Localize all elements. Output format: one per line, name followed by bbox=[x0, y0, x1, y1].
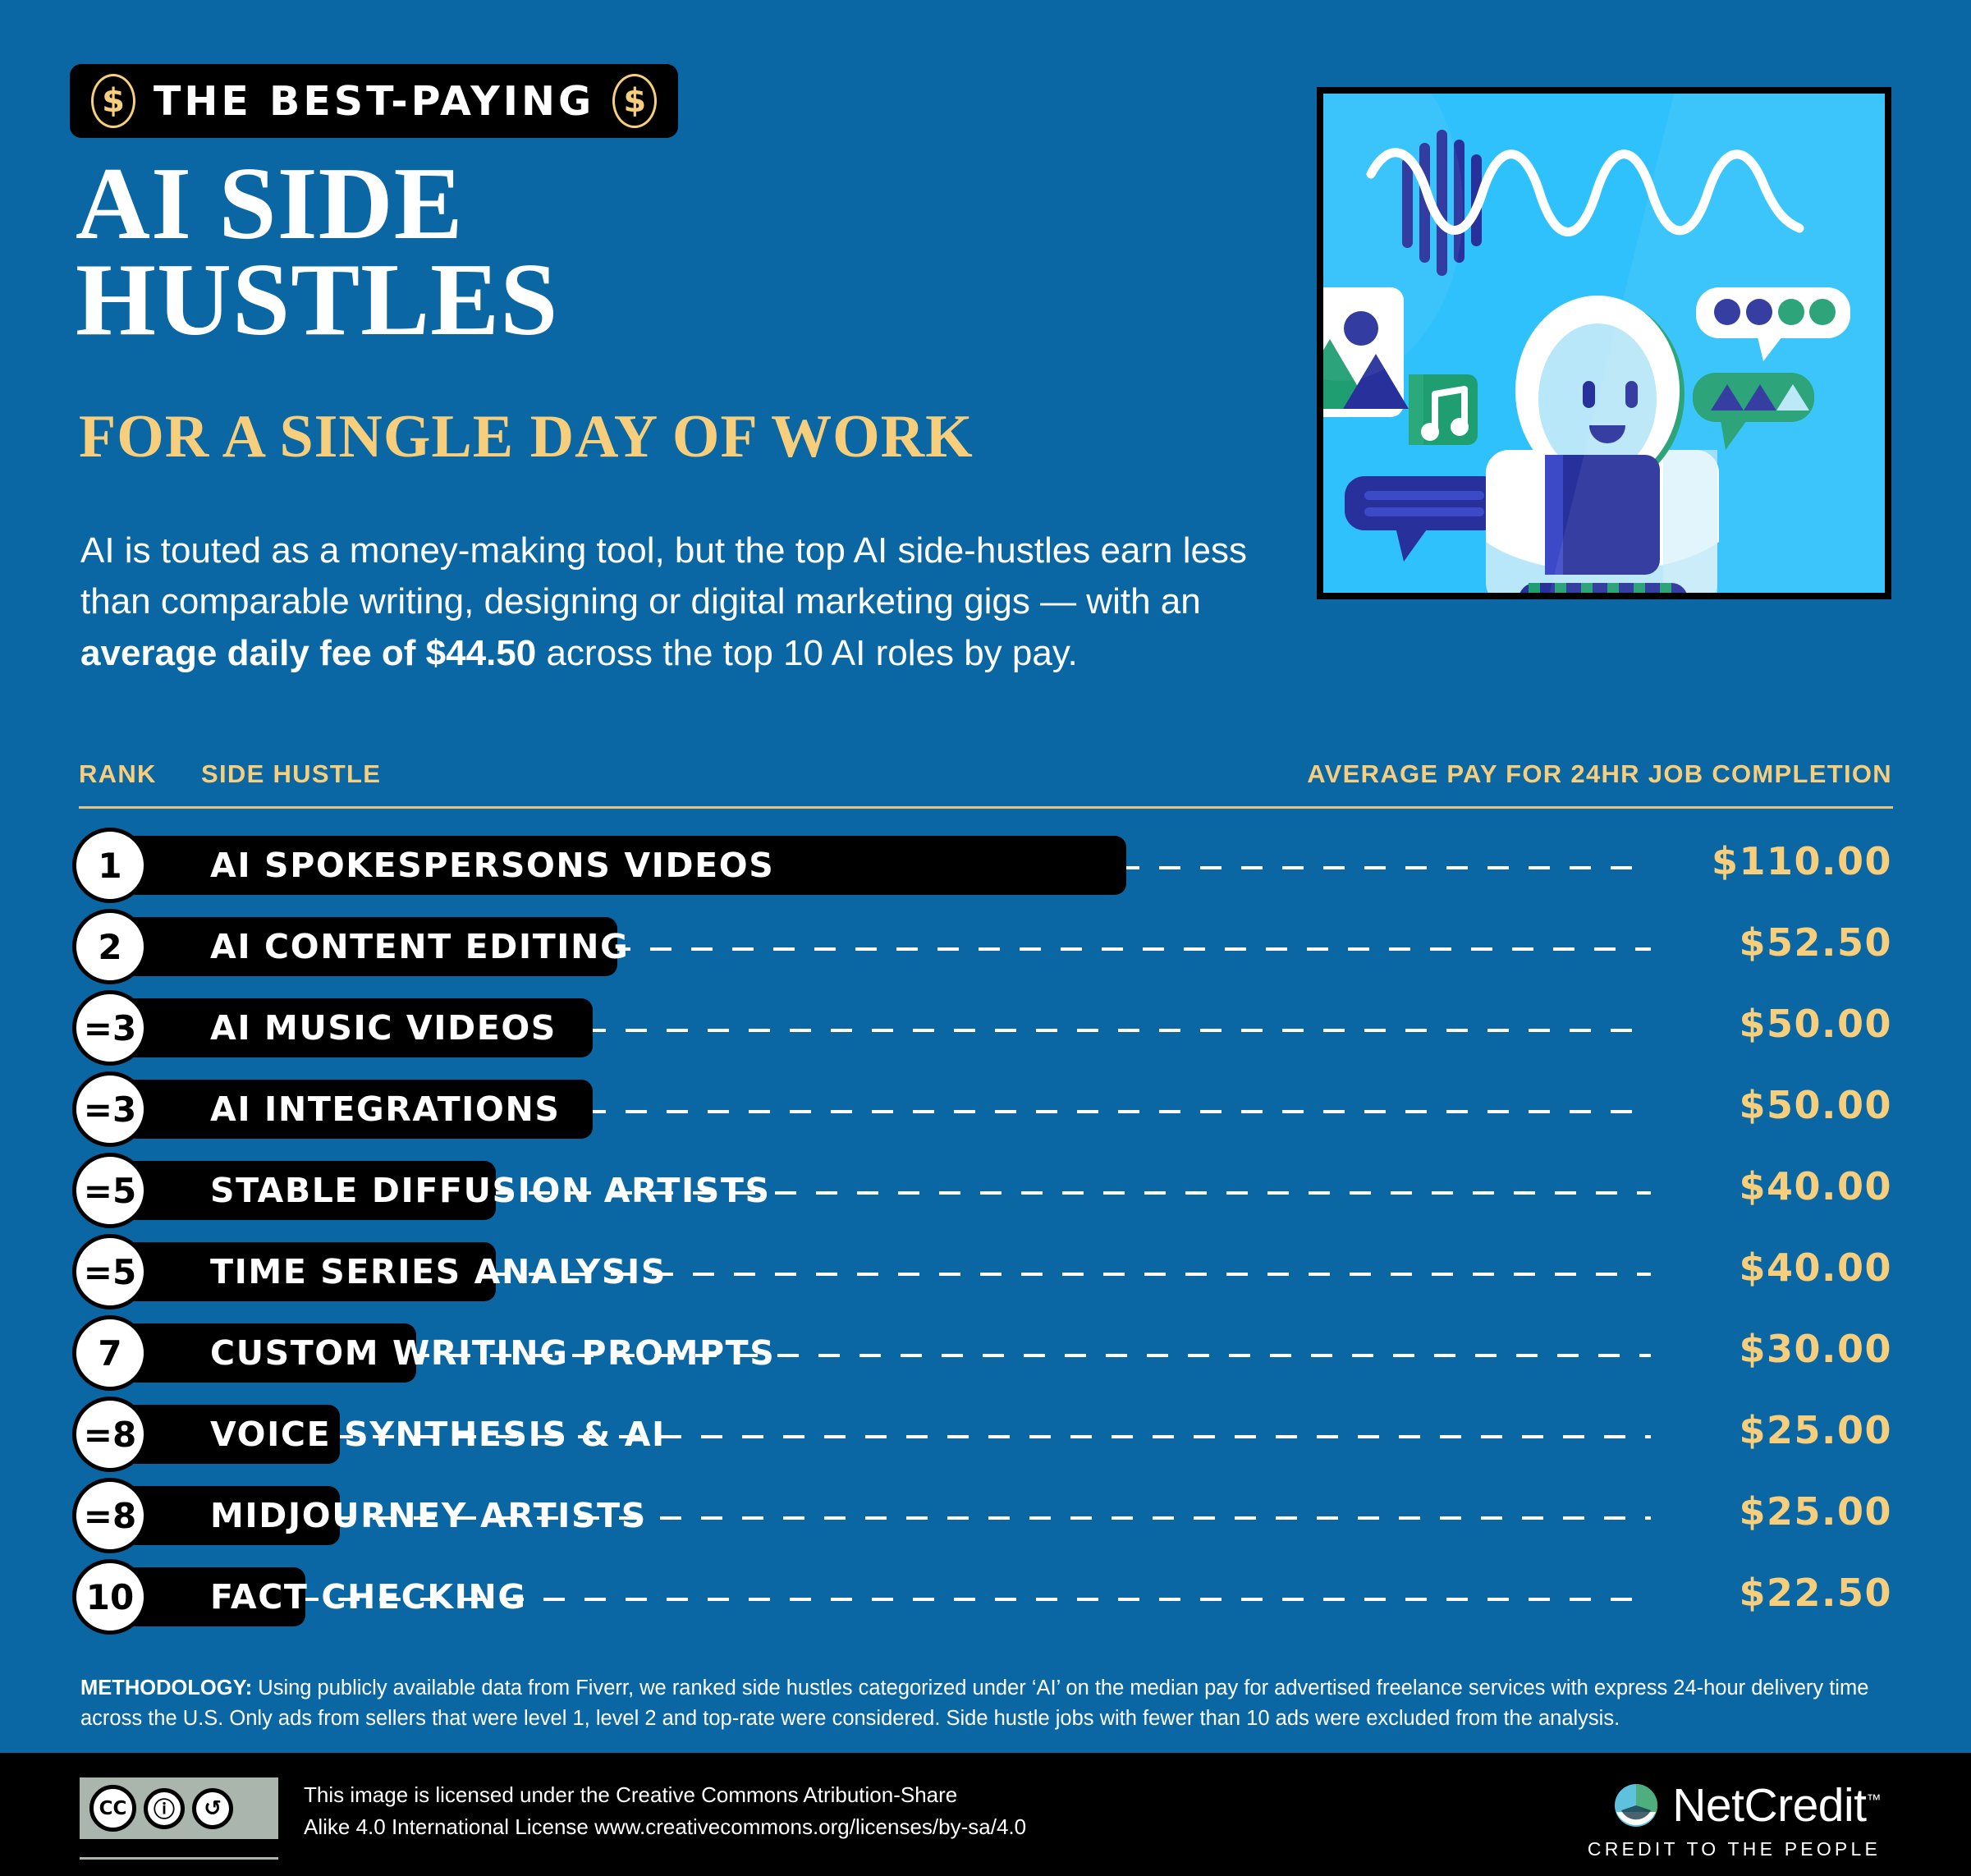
rank-badge: =5 bbox=[72, 1153, 148, 1228]
rank-bar: VOICE SYNTHESIS & AI bbox=[125, 1405, 664, 1464]
pay-value: $40.00 bbox=[1739, 1245, 1892, 1290]
page-subtitle: FOR A SINGLE DAY OF WORK bbox=[79, 403, 974, 470]
table-row: VOICE SYNTHESIS & AI =8 $25.00 bbox=[0, 1397, 1971, 1479]
header: $ THE BEST-PAYING $ AI SIDE HUSTLES FOR … bbox=[0, 0, 1971, 739]
rank-badge: 7 bbox=[72, 1315, 148, 1391]
rank-bar: STABLE DIFFUSION ARTISTS bbox=[125, 1161, 769, 1220]
netcredit-mark-icon bbox=[1615, 1783, 1658, 1827]
pay-value: $22.50 bbox=[1739, 1571, 1892, 1615]
side-hustle-label: MIDJOURNEY ARTISTS bbox=[210, 1496, 647, 1535]
person-icon: ⓘ bbox=[144, 1787, 185, 1829]
license-line-2: Alike 4.0 International License www.crea… bbox=[304, 1814, 1027, 1839]
intro-text-part2: across the top 10 AI roles by pay. bbox=[536, 632, 1078, 673]
table-row: AI SPOKESPERSONS VIDEOS 1 $110.00 bbox=[0, 828, 1971, 910]
netcredit-wordmark: NetCredit™ bbox=[1672, 1782, 1881, 1829]
leader-dashes bbox=[584, 1029, 1651, 1032]
methodology-label: METHODOLOGY: bbox=[80, 1676, 253, 1699]
table-row: AI INTEGRATIONS =3 $50.00 bbox=[0, 1071, 1971, 1154]
page-title-line2: HUSTLES bbox=[76, 243, 559, 358]
pay-value: $50.00 bbox=[1739, 1083, 1892, 1127]
side-hustle-label: VOICE SYNTHESIS & AI bbox=[210, 1415, 666, 1454]
rank-badge: =8 bbox=[72, 1397, 148, 1472]
column-header-hustle: SIDE HUSTLE bbox=[201, 759, 382, 788]
pay-value: $40.00 bbox=[1739, 1164, 1892, 1209]
pay-value: $52.50 bbox=[1739, 920, 1892, 965]
side-hustle-label: AI SPOKESPERSONS VIDEOS bbox=[210, 846, 775, 885]
cc-mark-icon: CC bbox=[89, 1785, 136, 1832]
table-row: MIDJOURNEY ARTISTS =8 $25.00 bbox=[0, 1478, 1971, 1561]
rank-bar: AI SPOKESPERSONS VIDEOS bbox=[125, 836, 1126, 895]
page-title: AI SIDE HUSTLES bbox=[76, 147, 559, 358]
pay-value: $25.00 bbox=[1739, 1489, 1892, 1534]
methodology-text: Using publicly available data from Fiver… bbox=[80, 1676, 1869, 1730]
rank-bar: CUSTOM WRITING PROMPTS bbox=[125, 1323, 774, 1383]
rank-badge: 10 bbox=[72, 1559, 148, 1635]
rank-bar: MIDJOURNEY ARTISTS bbox=[125, 1486, 645, 1545]
license-line-1: This image is licensed under the Creativ… bbox=[304, 1782, 958, 1807]
pay-value: $110.00 bbox=[1711, 839, 1892, 883]
footer: CC ⓘ ↺ BY SA This image is licensed unde… bbox=[0, 1753, 1971, 1876]
rank-bar: TIME SERIES ANALYSIS bbox=[125, 1242, 665, 1301]
rank-badge: =5 bbox=[72, 1234, 148, 1310]
table-row: CUSTOM WRITING PROMPTS 7 $30.00 bbox=[0, 1315, 1971, 1398]
side-hustle-label: CUSTOM WRITING PROMPTS bbox=[210, 1333, 776, 1373]
header-divider bbox=[79, 806, 1893, 809]
leader-dashes bbox=[1118, 866, 1651, 869]
rank-bar: AI CONTENT EDITING bbox=[125, 917, 628, 976]
rank-bar: FACT CHECKING bbox=[125, 1567, 525, 1626]
rank-badge: =8 bbox=[72, 1478, 148, 1553]
table-row: STABLE DIFFUSION ARTISTS =5 $40.00 bbox=[0, 1153, 1971, 1236]
eyebrow-pill: $ THE BEST-PAYING $ bbox=[70, 64, 679, 138]
rank-badge: =3 bbox=[72, 990, 148, 1066]
netcredit-tagline: CREDIT TO THE PEOPLE bbox=[1587, 1838, 1881, 1860]
music-note-icon bbox=[1409, 374, 1478, 445]
leader-dashes bbox=[584, 1110, 1651, 1113]
side-hustle-label: TIME SERIES ANALYSIS bbox=[210, 1252, 667, 1291]
netcredit-logo[interactable]: NetCredit™ bbox=[1613, 1782, 1881, 1829]
rank-badge: 2 bbox=[72, 909, 148, 984]
side-hustle-label: FACT CHECKING bbox=[210, 1577, 527, 1617]
creative-commons-badge: CC ⓘ ↺ bbox=[80, 1777, 278, 1839]
table-row: AI MUSIC VIDEOS =3 $50.00 bbox=[0, 990, 1971, 1073]
table-row: FACT CHECKING 10 $22.50 bbox=[0, 1559, 1971, 1642]
license-text: This image is licensed under the Creativ… bbox=[304, 1779, 1026, 1843]
navy-speech-bubble-icon bbox=[1345, 476, 1502, 562]
netcredit-name: NetCredit bbox=[1672, 1779, 1867, 1832]
table-row: TIME SERIES ANALYSIS =5 $40.00 bbox=[0, 1234, 1971, 1317]
intro-text-bold: average daily fee of $44.50 bbox=[80, 632, 537, 673]
side-hustle-label: STABLE DIFFUSION ARTISTS bbox=[210, 1171, 771, 1210]
ai-robot-illustration bbox=[1317, 87, 1891, 599]
leader-dashes bbox=[609, 947, 1651, 951]
pay-value: $30.00 bbox=[1739, 1327, 1892, 1371]
cc-underline bbox=[80, 1857, 278, 1860]
cc-by-label: BY bbox=[139, 1837, 162, 1855]
trademark-symbol: ™ bbox=[1866, 1791, 1882, 1808]
pay-value: $50.00 bbox=[1739, 1002, 1892, 1046]
table-row: AI CONTENT EDITING 2 $52.50 bbox=[0, 909, 1971, 992]
share-alike-icon: ↺ bbox=[192, 1787, 233, 1829]
intro-paragraph: AI is touted as a money-making tool, but… bbox=[80, 525, 1287, 679]
column-header-pay: AVERAGE PAY FOR 24HR JOB COMPLETION bbox=[1307, 759, 1892, 788]
dollar-coin-icon-right: $ bbox=[612, 74, 658, 128]
rank-bar: AI MUSIC VIDEOS bbox=[125, 998, 593, 1057]
methodology-note: METHODOLOGY: Using publicly available da… bbox=[80, 1673, 1895, 1734]
column-header-rank: RANK bbox=[79, 759, 157, 788]
pay-value: $25.00 bbox=[1739, 1408, 1892, 1452]
dollar-coin-icon-left: $ bbox=[91, 74, 135, 128]
rank-badge: 1 bbox=[72, 828, 148, 903]
rank-badge: =3 bbox=[72, 1071, 148, 1147]
ranking-list: AI SPOKESPERSONS VIDEOS 1 $110.00 AI CONTEN… bbox=[0, 828, 1971, 1642]
eyebrow-label: THE BEST-PAYING bbox=[154, 77, 595, 125]
rank-bar: AI INTEGRATIONS bbox=[125, 1080, 593, 1139]
side-hustle-label: AI MUSIC VIDEOS bbox=[210, 1008, 557, 1048]
page-title-line1: AI SIDE bbox=[76, 147, 464, 261]
intro-text-part1: AI is touted as a money-making tool, but… bbox=[80, 530, 1247, 622]
side-hustle-label: AI INTEGRATIONS bbox=[210, 1089, 561, 1129]
side-hustle-label: AI CONTENT EDITING bbox=[210, 927, 630, 966]
cc-sa-label: SA bbox=[189, 1837, 212, 1855]
